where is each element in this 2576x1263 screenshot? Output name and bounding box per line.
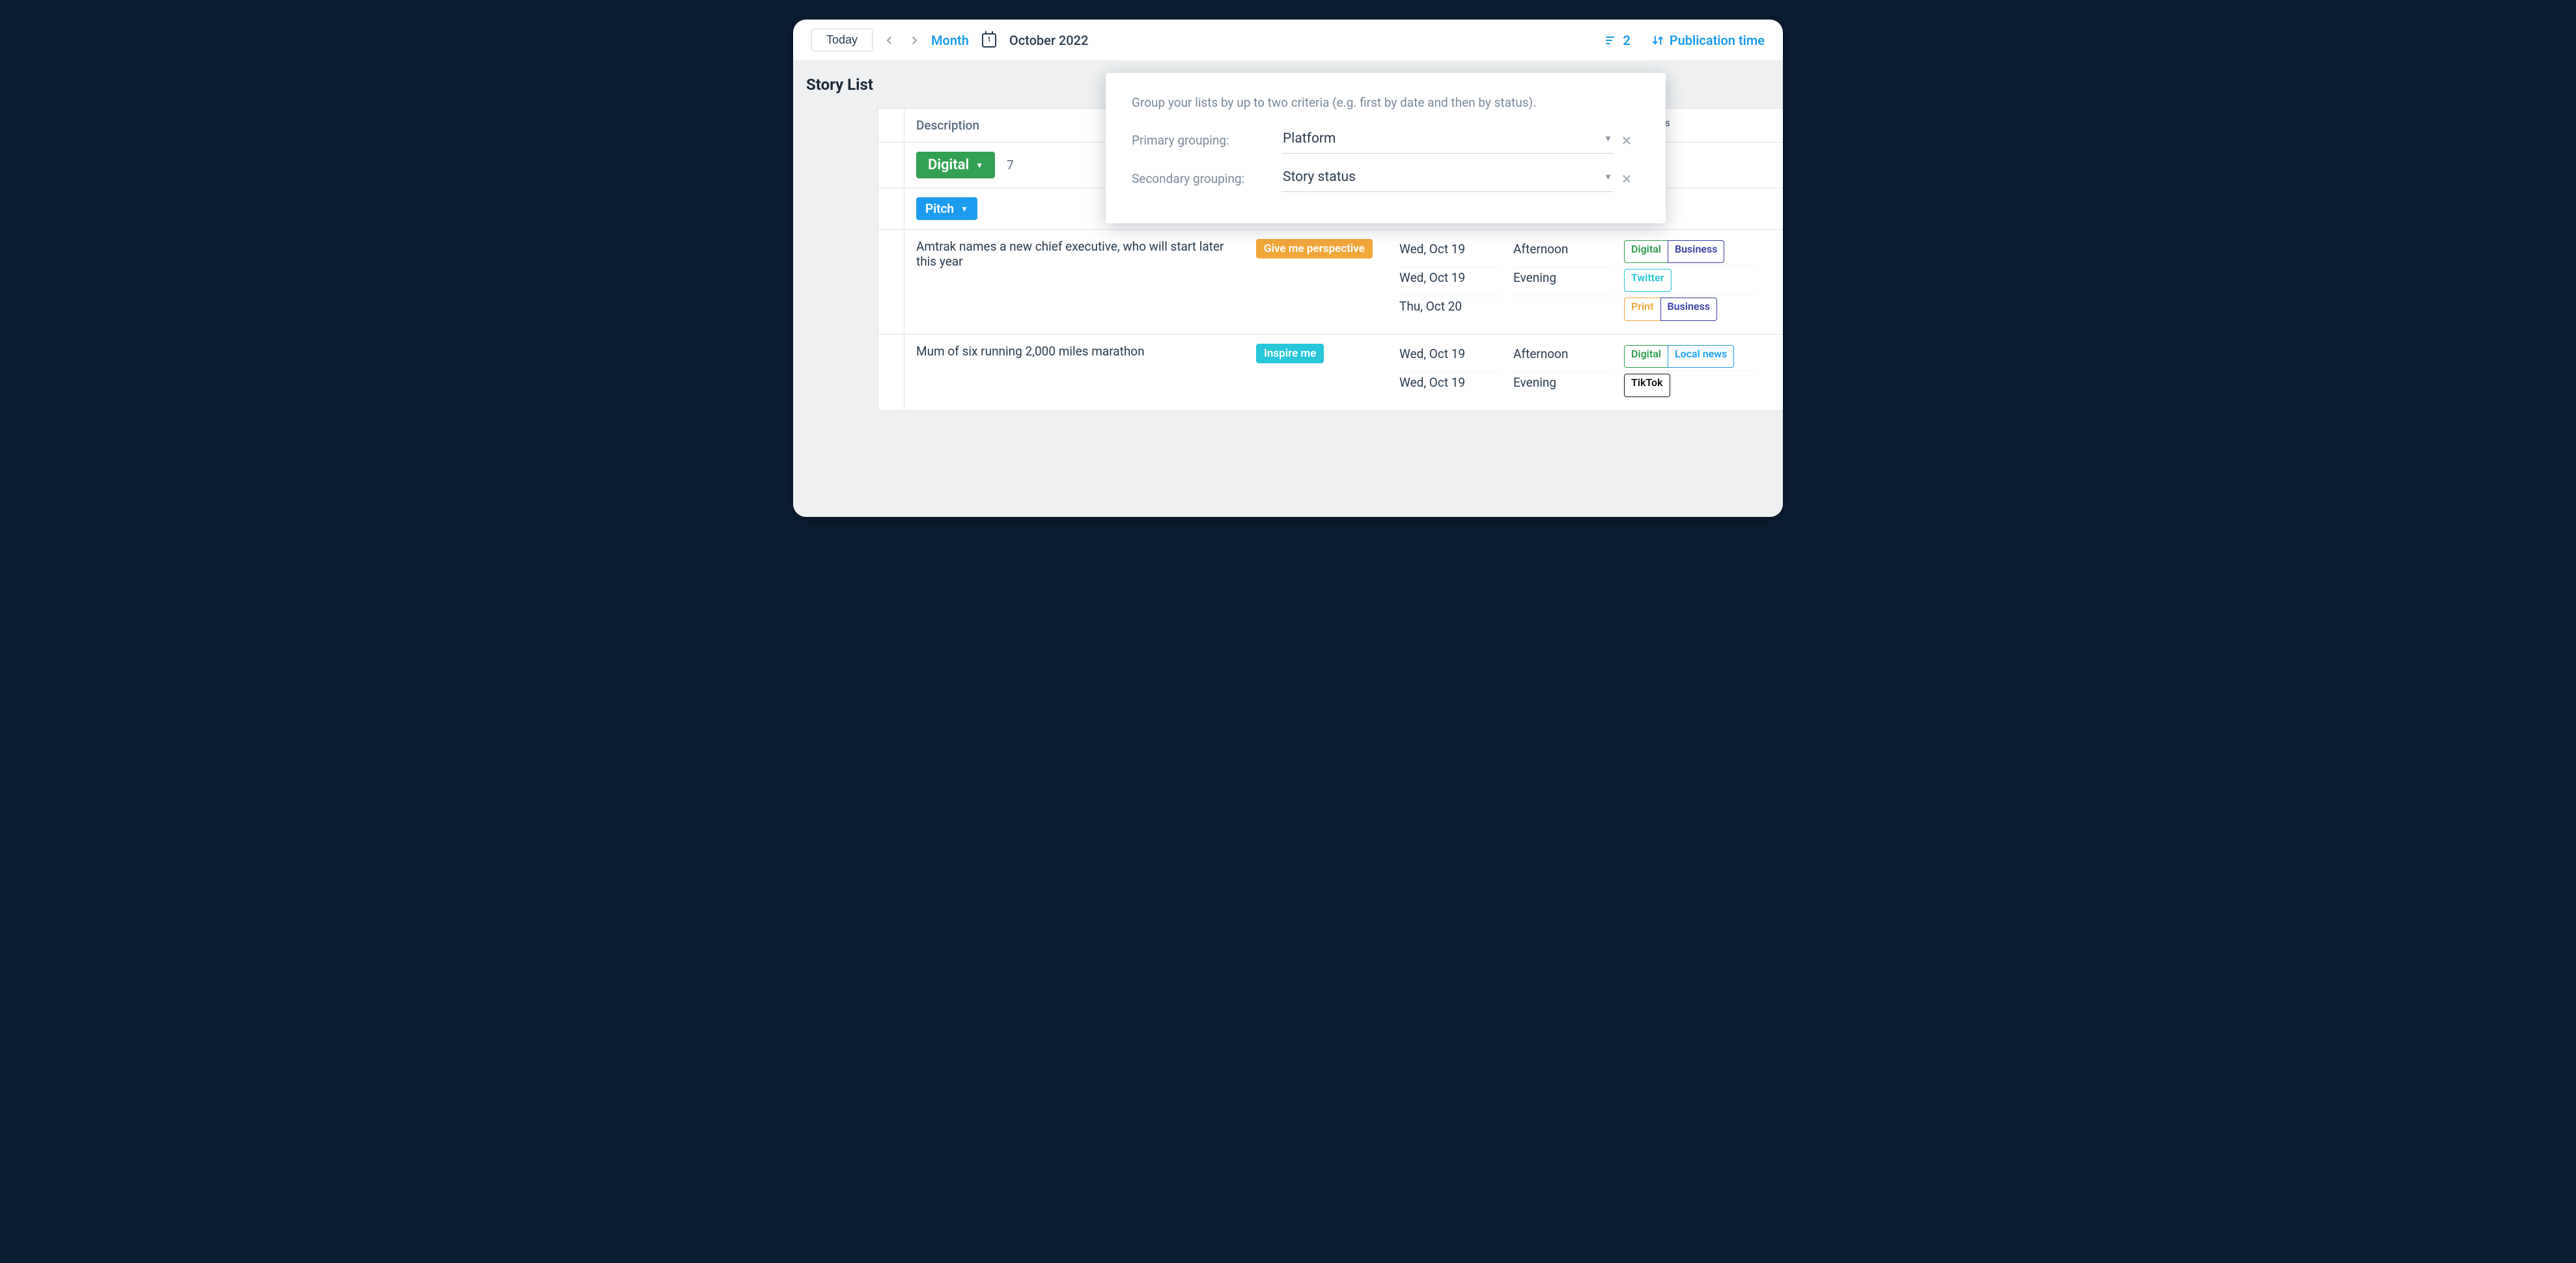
story-row[interactable]: Amtrak names a new chief executive, who … <box>878 230 1783 335</box>
sort-label: Publication time <box>1670 33 1765 48</box>
platform-cell: TikTok <box>1624 371 1754 400</box>
primary-group-count: 7 <box>1007 158 1014 173</box>
publication-time: Afternoon <box>1513 344 1611 372</box>
next-arrow-icon[interactable] <box>906 33 922 48</box>
top-toolbar: Today Month October 2022 2 Publication t… <box>793 20 1783 61</box>
platform-tag: Print <box>1624 298 1660 321</box>
chevron-down-icon: ▼ <box>1604 133 1612 144</box>
popover-hint: Group your lists by up to two criteria (… <box>1132 95 1640 110</box>
primary-group-label: Digital <box>928 157 969 173</box>
secondary-grouping-clear[interactable]: ✕ <box>1614 171 1640 187</box>
publication-time <box>1513 296 1611 325</box>
grouping-button[interactable]: 2 <box>1604 33 1630 48</box>
secondary-grouping-value: Story status <box>1283 169 1356 185</box>
platform-tag: Business <box>1660 298 1717 321</box>
publication-time: Afternoon <box>1513 239 1611 268</box>
sort-button[interactable]: Publication time <box>1651 33 1765 48</box>
publication-date: Wed, Oct 19 <box>1399 268 1500 296</box>
secondary-grouping-row: Secondary grouping: Story status ▼ ✕ <box>1132 165 1640 192</box>
platform-cell: DigitalLocal news <box>1624 342 1754 371</box>
secondary-grouping-label: Secondary grouping: <box>1132 171 1281 186</box>
primary-group-chip[interactable]: Digital ▼ <box>916 152 995 178</box>
chevron-down-icon: ▼ <box>975 161 983 170</box>
platform-cell: DigitalBusiness <box>1624 238 1754 266</box>
publication-date: Wed, Oct 19 <box>1399 239 1500 268</box>
today-button[interactable]: Today <box>811 29 873 51</box>
calendar-icon[interactable] <box>982 33 996 48</box>
group-count: 2 <box>1623 33 1630 48</box>
platform-tag: Business <box>1668 240 1724 263</box>
platform-cell: Twitter <box>1624 266 1754 295</box>
story-description: Amtrak names a new chief executive, who … <box>904 230 1250 334</box>
reason-badge: Give me perspective <box>1256 239 1373 258</box>
platform-cell: PrintBusiness <box>1624 295 1754 324</box>
sort-icon <box>1651 34 1664 47</box>
primary-grouping-value: Platform <box>1283 131 1336 146</box>
secondary-group-chip[interactable]: Pitch ▼ <box>916 197 977 220</box>
story-description: Mum of six running 2,000 miles marathon <box>904 335 1250 410</box>
platform-tag: Twitter <box>1624 269 1672 292</box>
prev-arrow-icon[interactable] <box>882 33 897 48</box>
view-switch[interactable]: Month <box>931 33 969 48</box>
grouping-popover: Group your lists by up to two criteria (… <box>1106 73 1666 223</box>
publication-date: Wed, Oct 19 <box>1399 344 1500 372</box>
platform-tag: Local news <box>1668 345 1734 368</box>
primary-grouping-row: Primary grouping: Platform ▼ ✕ <box>1132 127 1640 154</box>
app-window: Today Month October 2022 2 Publication t… <box>793 20 1783 517</box>
publication-time: Evening <box>1513 372 1611 401</box>
platform-tag: Digital <box>1624 240 1668 263</box>
platform-tag: Digital <box>1624 345 1668 368</box>
chevron-down-icon: ▼ <box>960 204 968 214</box>
publication-time: Evening <box>1513 268 1611 296</box>
chevron-down-icon: ▼ <box>1604 172 1612 182</box>
publication-date: Thu, Oct 20 <box>1399 296 1500 325</box>
platform-tag: TikTok <box>1624 374 1670 397</box>
secondary-grouping-select[interactable]: Story status ▼ <box>1281 165 1614 192</box>
secondary-group-label: Pitch <box>925 201 954 216</box>
primary-grouping-clear[interactable]: ✕ <box>1614 133 1640 148</box>
primary-grouping-select[interactable]: Platform ▼ <box>1281 127 1614 154</box>
reason-badge: Inspire me <box>1256 344 1324 363</box>
story-row[interactable]: Mum of six running 2,000 miles marathon I… <box>878 335 1783 410</box>
group-icon <box>1604 34 1617 47</box>
period-label: October 2022 <box>1009 33 1088 48</box>
primary-grouping-label: Primary grouping: <box>1132 133 1281 148</box>
publication-date: Wed, Oct 19 <box>1399 372 1500 401</box>
